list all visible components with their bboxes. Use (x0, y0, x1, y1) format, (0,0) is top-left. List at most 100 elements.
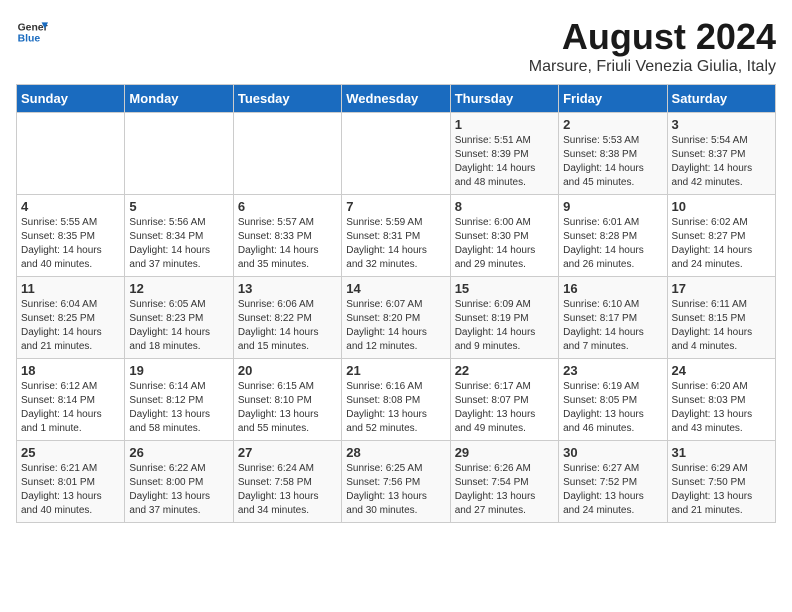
day-info: Sunrise: 6:21 AM Sunset: 8:01 PM Dayligh… (21, 462, 120, 518)
day-number: 29 (455, 445, 554, 460)
day-cell: 8 Sunrise: 6:00 AM Sunset: 8:30 PM Daylig… (450, 195, 558, 277)
day-number: 19 (129, 363, 228, 378)
day-cell: 28 Sunrise: 6:25 AM Sunset: 7:56 PM Dayli… (342, 441, 450, 523)
day-number: 20 (238, 363, 337, 378)
day-cell: 29Sunrise: 6:26 AM Sunset: 7:54 PM Dayli… (450, 441, 558, 523)
day-cell: 21 Sunrise: 6:16 AM Sunset: 8:08 PM Dayli… (342, 359, 450, 441)
day-cell: 4 Sunrise: 5:55 AM Sunset: 8:35 PM Daylig… (17, 195, 125, 277)
day-number: 9 (563, 199, 662, 214)
logo: General Blue (16, 16, 48, 48)
header: General Blue August 2024 Marsure, Friuli… (16, 16, 776, 76)
day-number: 28 (346, 445, 445, 460)
day-cell: 12Sunrise: 6:05 AM Sunset: 8:23 PM Dayli… (125, 277, 233, 359)
day-cell: 6Sunrise: 5:57 AM Sunset: 8:33 PM Daylig… (233, 195, 341, 277)
day-info: Sunrise: 6:00 AM Sunset: 8:30 PM Dayligh… (455, 216, 554, 272)
day-info: Sunrise: 5:59 AM Sunset: 8:31 PM Dayligh… (346, 216, 445, 272)
day-cell: 19Sunrise: 6:14 AM Sunset: 8:12 PM Dayli… (125, 359, 233, 441)
day-info: Sunrise: 6:27 AM Sunset: 7:52 PM Dayligh… (563, 462, 662, 518)
day-info: Sunrise: 6:07 AM Sunset: 8:20 PM Dayligh… (346, 298, 445, 354)
day-cell: 26 Sunrise: 6:22 AM Sunset: 8:00 PM Dayli… (125, 441, 233, 523)
day-number: 12 (129, 281, 228, 296)
week-row-4: 18Sunrise: 6:12 AM Sunset: 8:14 PM Dayli… (17, 359, 776, 441)
day-number: 25 (21, 445, 120, 460)
header-row: SundayMondayTuesdayWednesdayThursdayFrid… (17, 85, 776, 113)
day-number: 14 (346, 281, 445, 296)
day-cell: 14 Sunrise: 6:07 AM Sunset: 8:20 PM Dayli… (342, 277, 450, 359)
day-info: Sunrise: 6:24 AM Sunset: 7:58 PM Dayligh… (238, 462, 337, 518)
day-cell: 3 Sunrise: 5:54 AM Sunset: 8:37 PM Daylig… (667, 113, 775, 195)
day-number: 26 (129, 445, 228, 460)
day-info: Sunrise: 6:09 AM Sunset: 8:19 PM Dayligh… (455, 298, 554, 354)
day-cell: 23 Sunrise: 6:19 AM Sunset: 8:05 PM Dayli… (559, 359, 667, 441)
day-cell: 22 Sunrise: 6:17 AM Sunset: 8:07 PM Dayli… (450, 359, 558, 441)
day-info: Sunrise: 6:17 AM Sunset: 8:07 PM Dayligh… (455, 380, 554, 436)
day-info: Sunrise: 6:20 AM Sunset: 8:03 PM Dayligh… (672, 380, 771, 436)
day-number: 8 (455, 199, 554, 214)
day-info: Sunrise: 5:51 AM Sunset: 8:39 PM Dayligh… (455, 134, 554, 190)
day-cell: 16 Sunrise: 6:10 AM Sunset: 8:17 PM Dayli… (559, 277, 667, 359)
day-info: Sunrise: 6:12 AM Sunset: 8:14 PM Dayligh… (21, 380, 120, 436)
day-number: 21 (346, 363, 445, 378)
title-area: August 2024 Marsure, Friuli Venezia Giul… (529, 16, 776, 76)
day-info: Sunrise: 5:55 AM Sunset: 8:35 PM Dayligh… (21, 216, 120, 272)
day-info: Sunrise: 6:01 AM Sunset: 8:28 PM Dayligh… (563, 216, 662, 272)
day-number: 15 (455, 281, 554, 296)
day-cell: 17 Sunrise: 6:11 AM Sunset: 8:15 PM Dayli… (667, 277, 775, 359)
day-info: Sunrise: 5:53 AM Sunset: 8:38 PM Dayligh… (563, 134, 662, 190)
day-info: Sunrise: 6:10 AM Sunset: 8:17 PM Dayligh… (563, 298, 662, 354)
week-row-2: 4 Sunrise: 5:55 AM Sunset: 8:35 PM Daylig… (17, 195, 776, 277)
col-header-sunday: Sunday (17, 85, 125, 113)
day-info: Sunrise: 6:19 AM Sunset: 8:05 PM Dayligh… (563, 380, 662, 436)
day-cell (17, 113, 125, 195)
day-cell: 1 Sunrise: 5:51 AM Sunset: 8:39 PM Daylig… (450, 113, 558, 195)
day-number: 5 (129, 199, 228, 214)
day-number: 2 (563, 117, 662, 132)
day-cell: 18Sunrise: 6:12 AM Sunset: 8:14 PM Dayli… (17, 359, 125, 441)
day-info: Sunrise: 6:02 AM Sunset: 8:27 PM Dayligh… (672, 216, 771, 272)
day-cell: 7 Sunrise: 5:59 AM Sunset: 8:31 PM Daylig… (342, 195, 450, 277)
day-info: Sunrise: 6:16 AM Sunset: 8:08 PM Dayligh… (346, 380, 445, 436)
col-header-thursday: Thursday (450, 85, 558, 113)
calendar-header: SundayMondayTuesdayWednesdayThursdayFrid… (17, 85, 776, 113)
day-info: Sunrise: 6:22 AM Sunset: 8:00 PM Dayligh… (129, 462, 228, 518)
day-cell: 30 Sunrise: 6:27 AM Sunset: 7:52 PM Dayli… (559, 441, 667, 523)
day-cell: 20Sunrise: 6:15 AM Sunset: 8:10 PM Dayli… (233, 359, 341, 441)
day-number: 4 (21, 199, 120, 214)
day-info: Sunrise: 6:11 AM Sunset: 8:15 PM Dayligh… (672, 298, 771, 354)
logo-icon: General Blue (16, 16, 48, 48)
day-cell: 27Sunrise: 6:24 AM Sunset: 7:58 PM Dayli… (233, 441, 341, 523)
col-header-monday: Monday (125, 85, 233, 113)
day-info: Sunrise: 6:04 AM Sunset: 8:25 PM Dayligh… (21, 298, 120, 354)
day-cell: 15 Sunrise: 6:09 AM Sunset: 8:19 PM Dayli… (450, 277, 558, 359)
week-row-5: 25 Sunrise: 6:21 AM Sunset: 8:01 PM Dayli… (17, 441, 776, 523)
day-info: Sunrise: 6:29 AM Sunset: 7:50 PM Dayligh… (672, 462, 771, 518)
day-number: 7 (346, 199, 445, 214)
calendar-table: SundayMondayTuesdayWednesdayThursdayFrid… (16, 84, 776, 523)
day-number: 17 (672, 281, 771, 296)
day-cell (233, 113, 341, 195)
calendar-body: 1 Sunrise: 5:51 AM Sunset: 8:39 PM Daylig… (17, 113, 776, 523)
subtitle: Marsure, Friuli Venezia Giulia, Italy (529, 58, 776, 76)
col-header-saturday: Saturday (667, 85, 775, 113)
day-cell: 2 Sunrise: 5:53 AM Sunset: 8:38 PM Daylig… (559, 113, 667, 195)
week-row-1: 1 Sunrise: 5:51 AM Sunset: 8:39 PM Daylig… (17, 113, 776, 195)
col-header-tuesday: Tuesday (233, 85, 341, 113)
day-info: Sunrise: 6:06 AM Sunset: 8:22 PM Dayligh… (238, 298, 337, 354)
day-number: 10 (672, 199, 771, 214)
day-number: 23 (563, 363, 662, 378)
day-cell: 9 Sunrise: 6:01 AM Sunset: 8:28 PM Daylig… (559, 195, 667, 277)
day-number: 13 (238, 281, 337, 296)
col-header-friday: Friday (559, 85, 667, 113)
day-info: Sunrise: 5:54 AM Sunset: 8:37 PM Dayligh… (672, 134, 771, 190)
day-info: Sunrise: 6:25 AM Sunset: 7:56 PM Dayligh… (346, 462, 445, 518)
day-number: 11 (21, 281, 120, 296)
day-number: 31 (672, 445, 771, 460)
day-number: 22 (455, 363, 554, 378)
day-number: 30 (563, 445, 662, 460)
day-number: 16 (563, 281, 662, 296)
day-number: 1 (455, 117, 554, 132)
day-number: 3 (672, 117, 771, 132)
day-cell: 31 Sunrise: 6:29 AM Sunset: 7:50 PM Dayli… (667, 441, 775, 523)
day-cell (125, 113, 233, 195)
day-cell: 24Sunrise: 6:20 AM Sunset: 8:03 PM Dayli… (667, 359, 775, 441)
